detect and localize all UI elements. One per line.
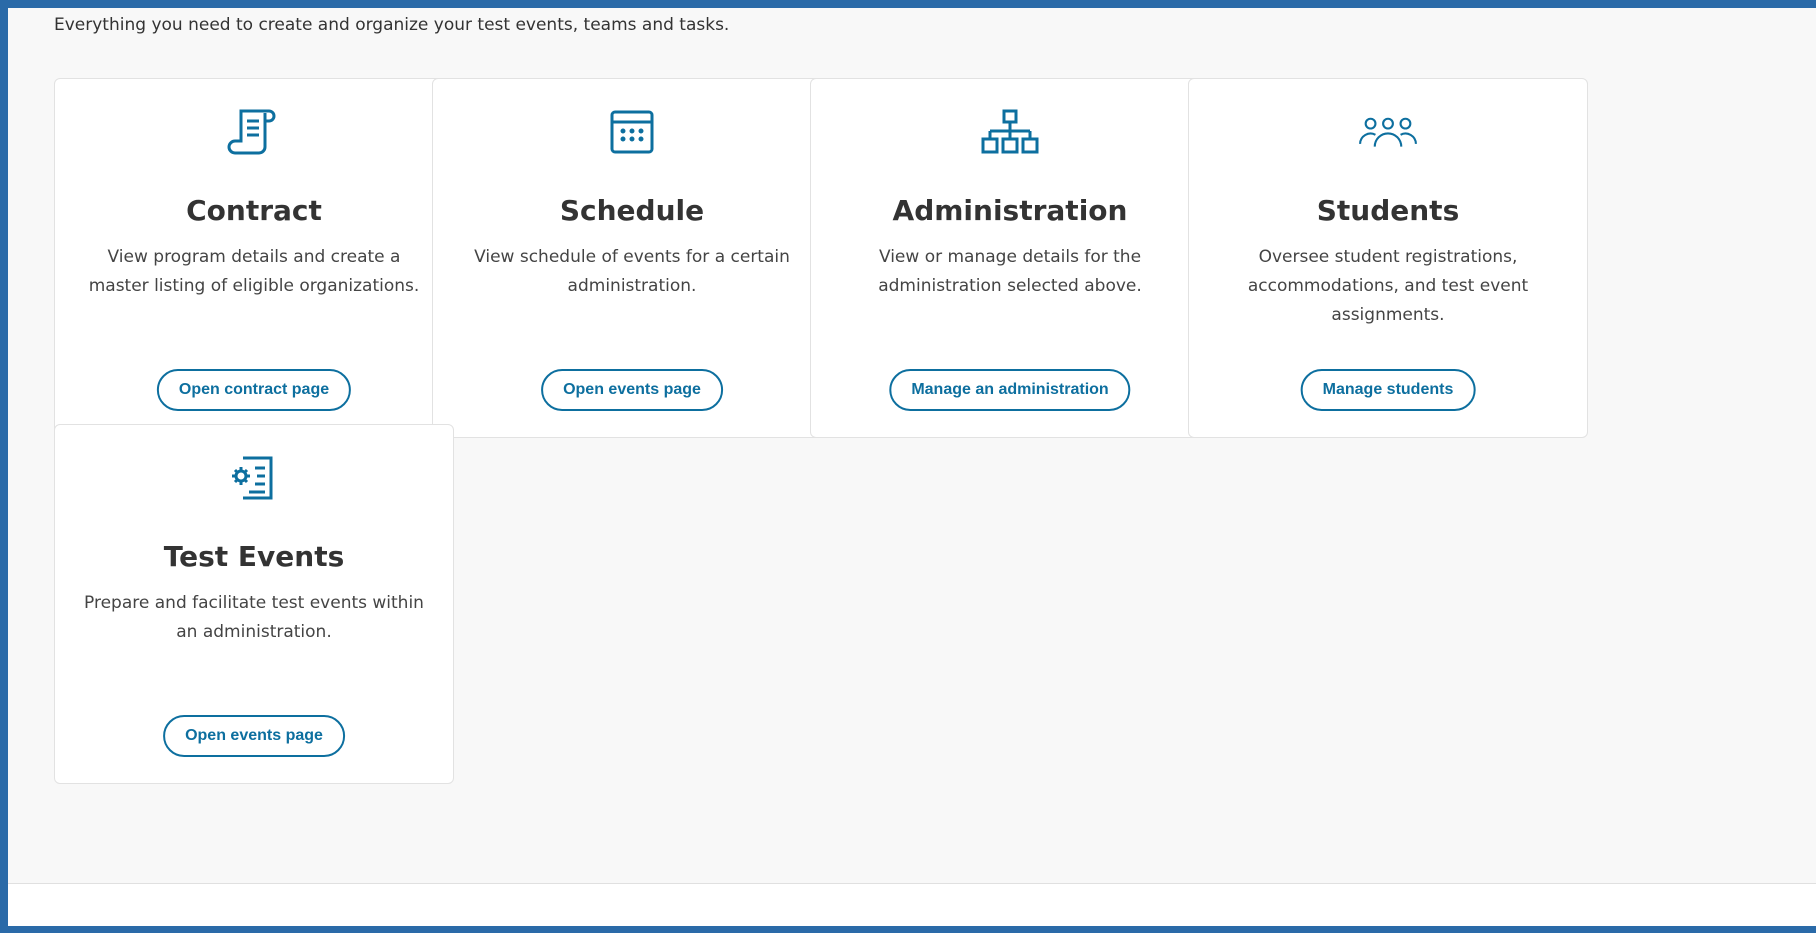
- card-description: View program details and create a master…: [88, 247, 420, 296]
- card-description: View or manage details for the administr…: [878, 247, 1142, 296]
- footer: [8, 884, 1816, 926]
- card-description: View schedule of events for a certain ad…: [474, 247, 790, 296]
- card-title: Administration: [892, 194, 1128, 227]
- card-administration: Administration View or manage details fo…: [810, 78, 1210, 438]
- open-events-page-button[interactable]: Open events page: [541, 369, 723, 411]
- card-title: Contract: [186, 194, 322, 227]
- open-contract-page-button[interactable]: Open contract page: [156, 369, 352, 411]
- card-title: Test Events: [163, 540, 345, 573]
- manage-administration-button[interactable]: Manage an administration: [889, 369, 1131, 411]
- gear-document-icon: [224, 453, 284, 503]
- manage-students-button[interactable]: Manage students: [1300, 369, 1476, 411]
- card-test-events: Test Events Prepare and facilitate test …: [54, 424, 454, 784]
- scroll-document-icon: [224, 107, 284, 157]
- card-description: Prepare and facilitate test events withi…: [84, 593, 424, 642]
- calendar-grid-icon: [602, 107, 662, 157]
- card-contract: Contract View program details and create…: [54, 78, 454, 438]
- org-chart-icon: [980, 107, 1040, 157]
- page-intro: Everything you need to create and organi…: [54, 15, 730, 35]
- card-description: Oversee student registrations, accommoda…: [1247, 247, 1529, 325]
- card-students: Students Oversee student registrations, …: [1188, 78, 1588, 438]
- card-title: Students: [1316, 194, 1460, 227]
- card-title: Schedule: [559, 194, 705, 227]
- people-group-icon: [1358, 107, 1418, 157]
- open-test-events-page-button[interactable]: Open events page: [163, 715, 345, 757]
- card-schedule: Schedule View schedule of events for a c…: [432, 78, 832, 438]
- main-content: Everything you need to create and organi…: [8, 8, 1816, 926]
